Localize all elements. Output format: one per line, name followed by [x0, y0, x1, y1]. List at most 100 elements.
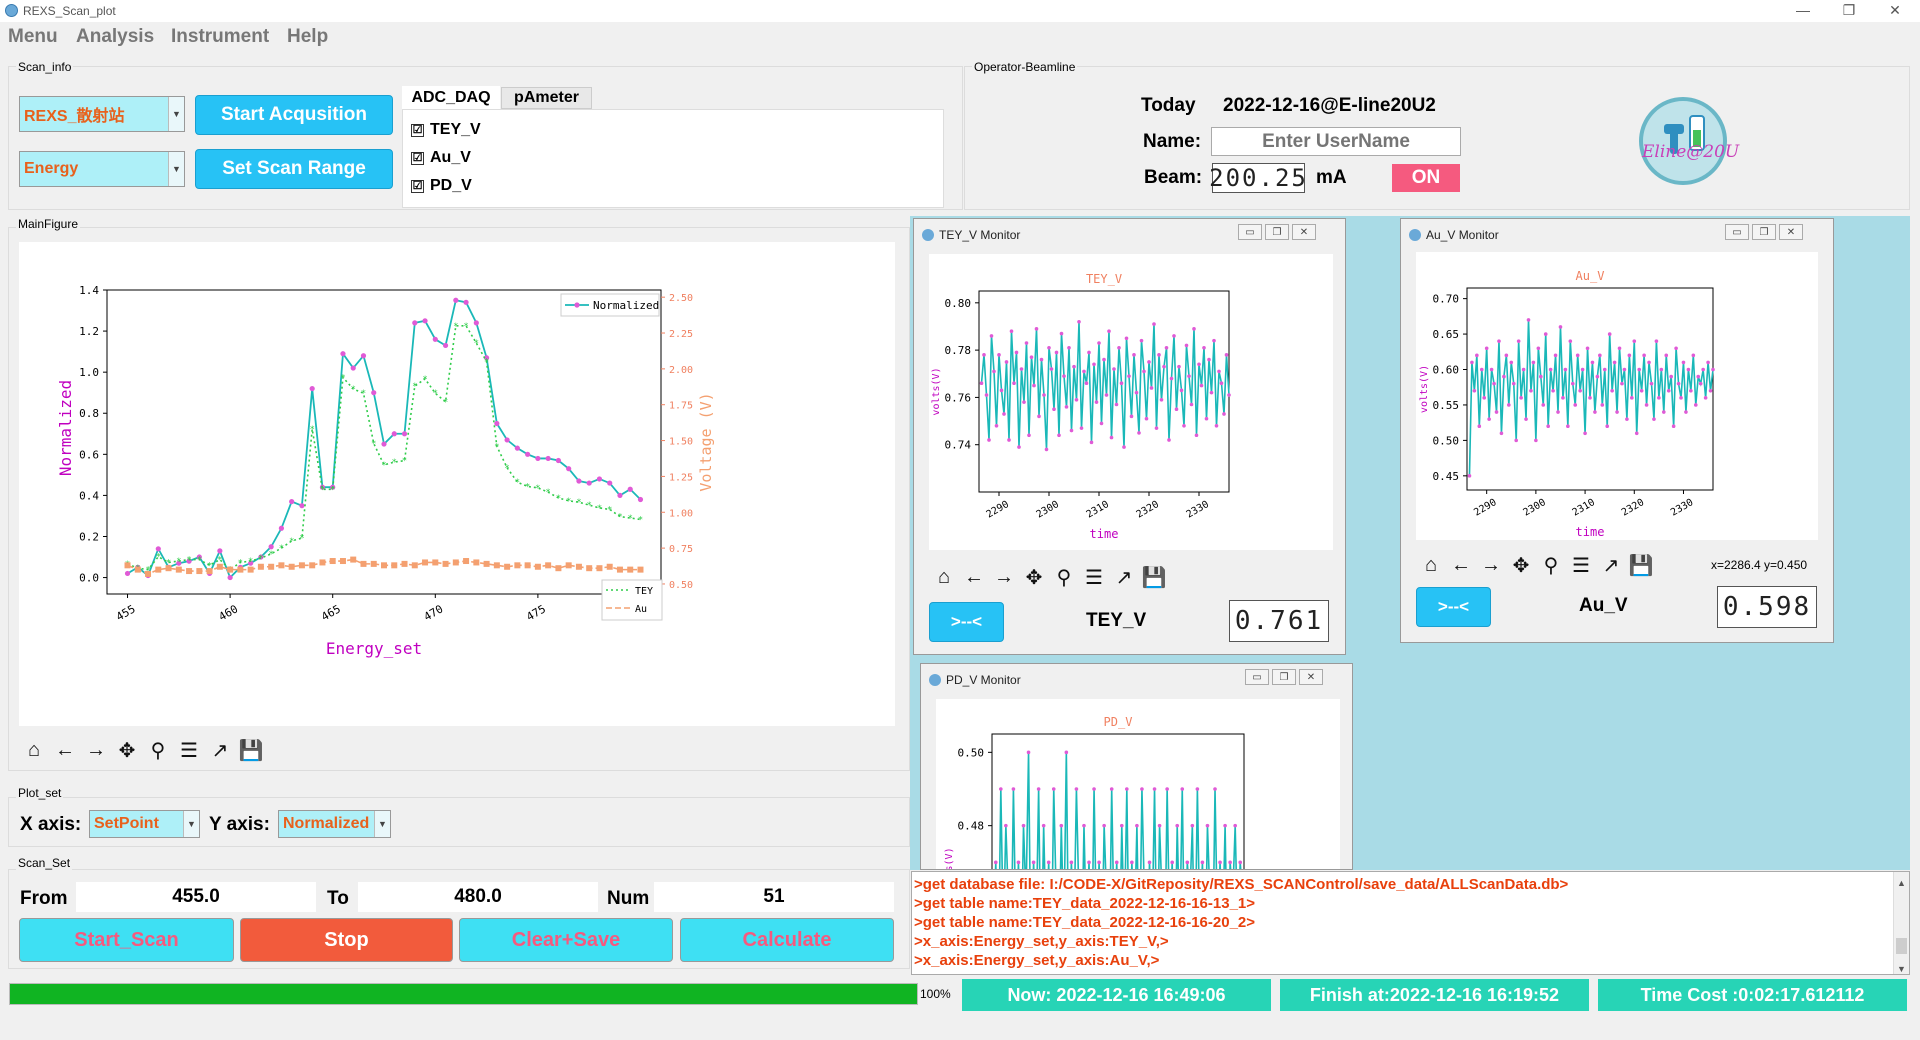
minimize-icon[interactable]: ▭	[1245, 669, 1269, 685]
minimize-icon[interactable]: ▭	[1725, 224, 1749, 240]
restore-icon[interactable]: ❐	[1265, 224, 1289, 240]
data-point: *	[320, 485, 325, 495]
start-scan-button[interactable]: Start_Scan	[19, 918, 234, 962]
close-icon[interactable]: ✕	[1292, 224, 1316, 240]
start-acquisition-button[interactable]: Start Acqusition	[195, 95, 393, 135]
zoom-icon[interactable]: ⚲	[144, 736, 172, 764]
forward-arrow-icon[interactable]: →	[990, 563, 1018, 591]
time-cost-badge: Time Cost :0:02:17.612112	[1598, 979, 1907, 1011]
minimize-icon[interactable]: ▭	[1238, 224, 1262, 240]
data-point	[1137, 431, 1141, 435]
from-input[interactable]: 455.0	[76, 882, 316, 912]
tab-adc-daq[interactable]: ADC_DAQ	[402, 86, 500, 110]
forward-arrow-icon[interactable]: →	[82, 736, 110, 764]
data-point	[1477, 424, 1482, 429]
menu-menu[interactable]: Menu	[8, 26, 58, 48]
home-icon[interactable]: ⌂	[1417, 551, 1445, 579]
beam-on-button[interactable]: ON	[1392, 164, 1460, 192]
clear-save-button[interactable]: Clear+Save	[459, 918, 673, 962]
back-arrow-icon[interactable]: ←	[960, 563, 988, 591]
checkbox-au[interactable]: ☑ Au_V	[411, 149, 471, 167]
close-button[interactable]: ✕	[1880, 2, 1910, 19]
data-point	[1524, 417, 1528, 421]
stop-button[interactable]: Stop	[240, 918, 453, 962]
au-value-display: 0.598	[1717, 586, 1817, 628]
pan-icon[interactable]: ✥	[113, 736, 141, 764]
data-point	[534, 563, 541, 570]
data-point	[596, 565, 603, 572]
axis-combo[interactable]: Energy ▼	[19, 151, 185, 187]
restore-button[interactable]: ❐	[1834, 2, 1864, 19]
log-console[interactable]: >get database file: I:/CODE-X/GitReposit…	[911, 871, 1910, 975]
edit-axis-icon[interactable]: ↗	[1110, 563, 1138, 591]
back-arrow-icon[interactable]: ←	[1447, 551, 1475, 579]
data-point	[381, 441, 387, 447]
data-point	[1109, 787, 1114, 791]
data-point	[227, 566, 234, 573]
save-icon[interactable]: 💾	[1140, 563, 1168, 591]
data-point	[381, 562, 387, 569]
num-input[interactable]: 51	[654, 882, 894, 912]
data-point	[1011, 787, 1016, 791]
edit-axis-icon[interactable]: ↗	[206, 736, 234, 764]
close-icon[interactable]: ✕	[1779, 224, 1803, 240]
configure-subplots-icon[interactable]: ☰	[1080, 563, 1108, 591]
zoom-icon[interactable]: ⚲	[1050, 563, 1078, 591]
home-icon[interactable]: ⌂	[20, 736, 48, 764]
tey-reset-button[interactable]: >--<	[929, 602, 1004, 642]
x-axis-combo[interactable]: SetPoint ▼	[89, 810, 200, 838]
data-point	[1107, 329, 1111, 333]
data-point	[350, 556, 357, 563]
chevron-down-icon[interactable]: ▼	[1897, 960, 1906, 974]
data-point: *	[484, 358, 489, 368]
data-point: *	[535, 484, 540, 494]
data-point	[1531, 360, 1536, 365]
forward-arrow-icon[interactable]: →	[1477, 551, 1505, 579]
username-input[interactable]	[1211, 127, 1461, 156]
tab-pameter[interactable]: pAmeter	[501, 87, 592, 109]
data-point	[1620, 381, 1624, 386]
y2-tick-label: 1.25	[669, 472, 693, 483]
data-point	[1114, 402, 1119, 407]
data-point	[545, 455, 551, 462]
menu-help[interactable]: Help	[287, 26, 328, 48]
data-point	[155, 546, 161, 552]
data-point	[1200, 860, 1205, 865]
checkbox-tey[interactable]: ☑ TEY_V	[411, 121, 481, 139]
to-input[interactable]: 480.0	[358, 882, 598, 912]
restore-icon[interactable]: ❐	[1752, 224, 1776, 240]
data-point: *	[309, 425, 314, 435]
data-point	[1127, 374, 1131, 378]
data-point	[1627, 353, 1632, 358]
data-point	[617, 492, 623, 499]
close-icon[interactable]: ✕	[1299, 669, 1323, 685]
y-axis-combo[interactable]: Normalized ▼	[278, 810, 391, 838]
minimize-button[interactable]: —	[1788, 2, 1818, 18]
station-combo[interactable]: REXS_散射站 ▼	[19, 96, 185, 132]
menu-instrument[interactable]: Instrument	[171, 26, 269, 48]
checkbox-pd[interactable]: ☑ PD_V	[411, 177, 472, 195]
configure-subplots-icon[interactable]: ☰	[175, 736, 203, 764]
log-scrollbar[interactable]: ▲ ▼	[1893, 872, 1909, 974]
restore-icon[interactable]: ❐	[1272, 669, 1296, 685]
set-scan-range-button[interactable]: Set Scan Range	[195, 149, 393, 189]
zoom-icon[interactable]: ⚲	[1537, 551, 1565, 579]
data-point	[1119, 823, 1124, 828]
back-arrow-icon[interactable]: ←	[51, 736, 79, 764]
data-point	[1212, 338, 1216, 343]
tey-monitor-title: TEY_V Monitor	[939, 228, 1021, 242]
au-reset-button[interactable]: >--<	[1416, 587, 1491, 627]
edit-axis-icon[interactable]: ↗	[1597, 551, 1625, 579]
pan-icon[interactable]: ✥	[1020, 563, 1048, 591]
data-point	[1575, 353, 1580, 358]
calculate-button[interactable]: Calculate	[680, 918, 894, 962]
chevron-up-icon[interactable]: ▲	[1897, 874, 1906, 893]
menu-analysis[interactable]: Analysis	[76, 26, 154, 48]
scrollbar-thumb[interactable]	[1896, 938, 1907, 954]
save-icon[interactable]: 💾	[237, 736, 265, 764]
pan-icon[interactable]: ✥	[1507, 551, 1535, 579]
home-icon[interactable]: ⌂	[930, 563, 958, 591]
configure-subplots-icon[interactable]: ☰	[1567, 551, 1595, 579]
save-icon[interactable]: 💾	[1627, 551, 1655, 579]
data-point: *	[638, 515, 643, 525]
